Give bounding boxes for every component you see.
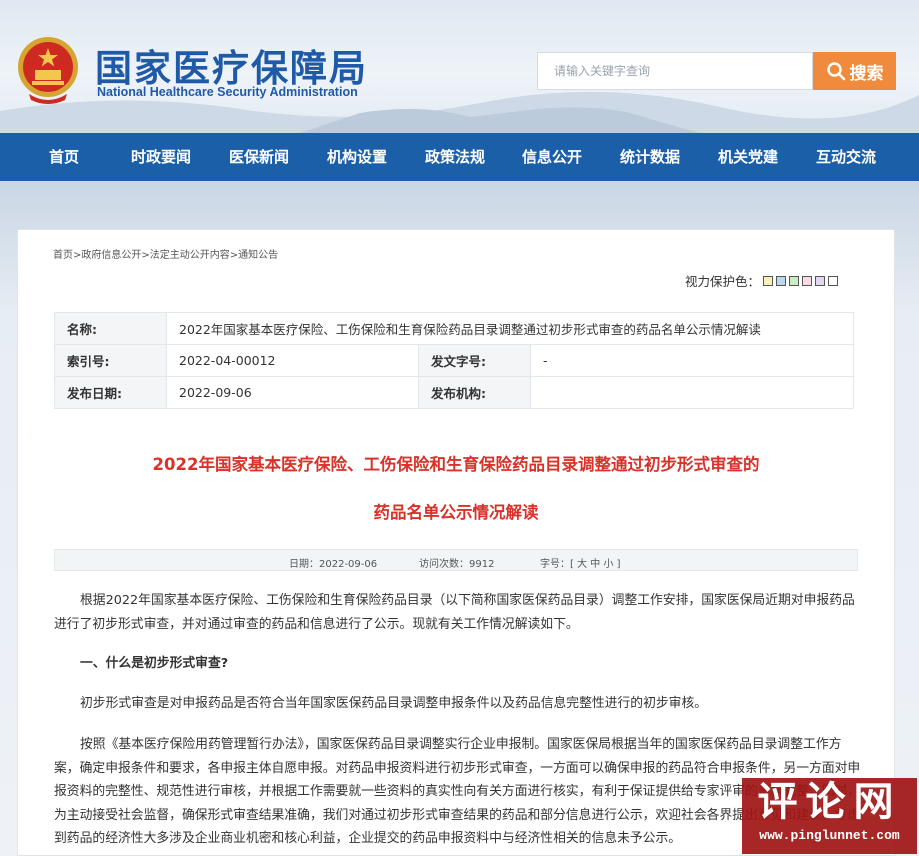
watermark-url: www.pinglunnet.com (759, 828, 900, 843)
font-size-switch[interactable]: 字号：[ 大 中 小 ] (540, 555, 621, 570)
meta-index-label: 索引号: (54, 344, 167, 377)
nav-item-party[interactable]: 机关党建 (718, 133, 778, 181)
meta-date-label: 发布日期: (54, 376, 167, 409)
vision-swatch-pink[interactable] (802, 275, 813, 286)
meta-org-label: 发布机构: (418, 376, 531, 409)
vision-swatch-blue[interactable] (776, 275, 787, 286)
info-visits: 访问次数：9912 (419, 559, 495, 570)
main-nav: 首页 时政要闻 医保新闻 机构设置 政策法规 信息公开 统计数据 机关党建 互动… (0, 133, 919, 181)
search-button-label: 搜索 (849, 63, 884, 84)
meta-name-value: 2022年国家基本医疗保险、工伤保险和生育保险药品目录调整通过初步形式审查的药品… (166, 312, 854, 345)
nav-item-policy[interactable]: 政策法规 (425, 133, 485, 181)
search-icon (826, 62, 845, 81)
meta-org-value (530, 376, 854, 409)
meta-docno-value: - (530, 344, 854, 377)
meta-docno-label: 发文字号: (418, 344, 531, 377)
nav-item-home[interactable]: 首页 (49, 133, 79, 181)
search-input[interactable]: 请输入关键字查询 (537, 52, 813, 90)
nav-item-info[interactable]: 信息公开 (522, 133, 582, 181)
vision-protect-bar: 视力保护色： (685, 271, 839, 290)
article-heading: 一、什么是初步形式审查? (80, 656, 229, 671)
meta-name-label: 名称: (54, 312, 167, 345)
meta-date-value: 2022-09-06 (166, 376, 419, 409)
article-paragraph: 按照《基本医疗保险用药管理暂行办法》，国家医保药品目录调整实行企业申报制。国家医… (54, 737, 861, 846)
nav-item-news[interactable]: 医保新闻 (229, 133, 289, 181)
meta-index-value: 2022-04-00012 (166, 344, 419, 377)
article-paragraph: 初步形式审查是对申报药品是否符合当年国家医保药品目录调整申报条件以及药品信息完整… (80, 696, 708, 711)
national-emblem-icon[interactable] (15, 34, 81, 104)
site-subtitle: National Healthcare Security Administrat… (97, 85, 358, 99)
nav-item-interact[interactable]: 互动交流 (816, 133, 876, 181)
info-date: 日期：2022-09-06 (289, 559, 378, 570)
article-title-line2: 药品名单公示情况解读 (373, 503, 539, 522)
nav-item-stats[interactable]: 统计数据 (620, 133, 680, 181)
vision-swatch-purple[interactable] (815, 275, 826, 286)
site-title[interactable]: 国家医疗保障局 (95, 38, 368, 92)
vision-swatch-white[interactable] (828, 275, 839, 286)
nav-item-org[interactable]: 机构设置 (327, 133, 387, 181)
vision-label: 视力保护色： (685, 274, 761, 289)
vision-swatch-yellow[interactable] (763, 275, 774, 286)
search-button[interactable]: 搜索 (813, 52, 896, 90)
breadcrumb[interactable]: 首页>政府信息公开>法定主动公开内容>通知公告 (53, 246, 278, 261)
article-info-bar: 日期：2022-09-06 访问次数：9912 字号：[ 大 中 小 ] (54, 549, 858, 571)
article-paragraph: 根据2022年国家基本医疗保险、工伤保险和生育保险药品目录（以下简称国家医保药品… (54, 593, 855, 632)
document-meta-table: 名称: 2022年国家基本医疗保险、工伤保险和生育保险药品目录调整通过初步形式审… (54, 312, 854, 409)
vision-swatch-green[interactable] (789, 275, 800, 286)
watermark-logo: 评论网 www.pinglunnet.com (742, 778, 917, 854)
article-title-line1: 2022年国家基本医疗保险、工伤保险和生育保险药品目录调整通过初步形式审查的 (152, 455, 760, 474)
nav-item-politics[interactable]: 时政要闻 (131, 133, 191, 181)
watermark-title: 评论网 (757, 778, 902, 825)
